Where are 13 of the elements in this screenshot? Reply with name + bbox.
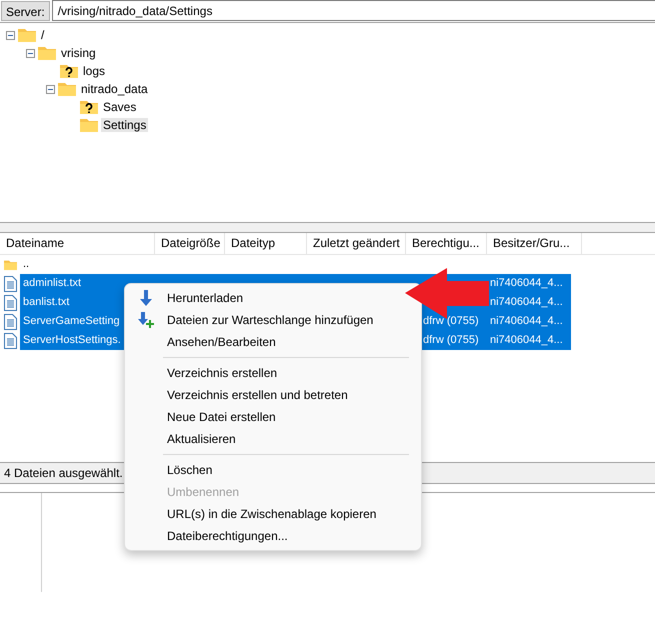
- status-text: 4 Dateien ausgewählt.: [4, 466, 123, 480]
- table-cell: ni7406044_4...: [490, 334, 563, 346]
- table-cell: dfrw (0755): [423, 314, 479, 327]
- server-label: Server:: [1, 1, 50, 21]
- table-cell: ..: [23, 258, 30, 270]
- table-cell: adminlist.txt: [23, 276, 82, 289]
- table-cell: dfrw (0755): [423, 334, 479, 346]
- table-cell: ServerGameSetting: [23, 314, 120, 327]
- table-cell: ni7406044_4...: [490, 296, 563, 308]
- table-cell: banlist.txt: [23, 296, 70, 308]
- table-cell: ni7406044_4...: [490, 314, 563, 327]
- table-cell: ServerHostSettings.: [23, 334, 121, 346]
- table-cell: ni7406044_4...: [490, 276, 563, 289]
